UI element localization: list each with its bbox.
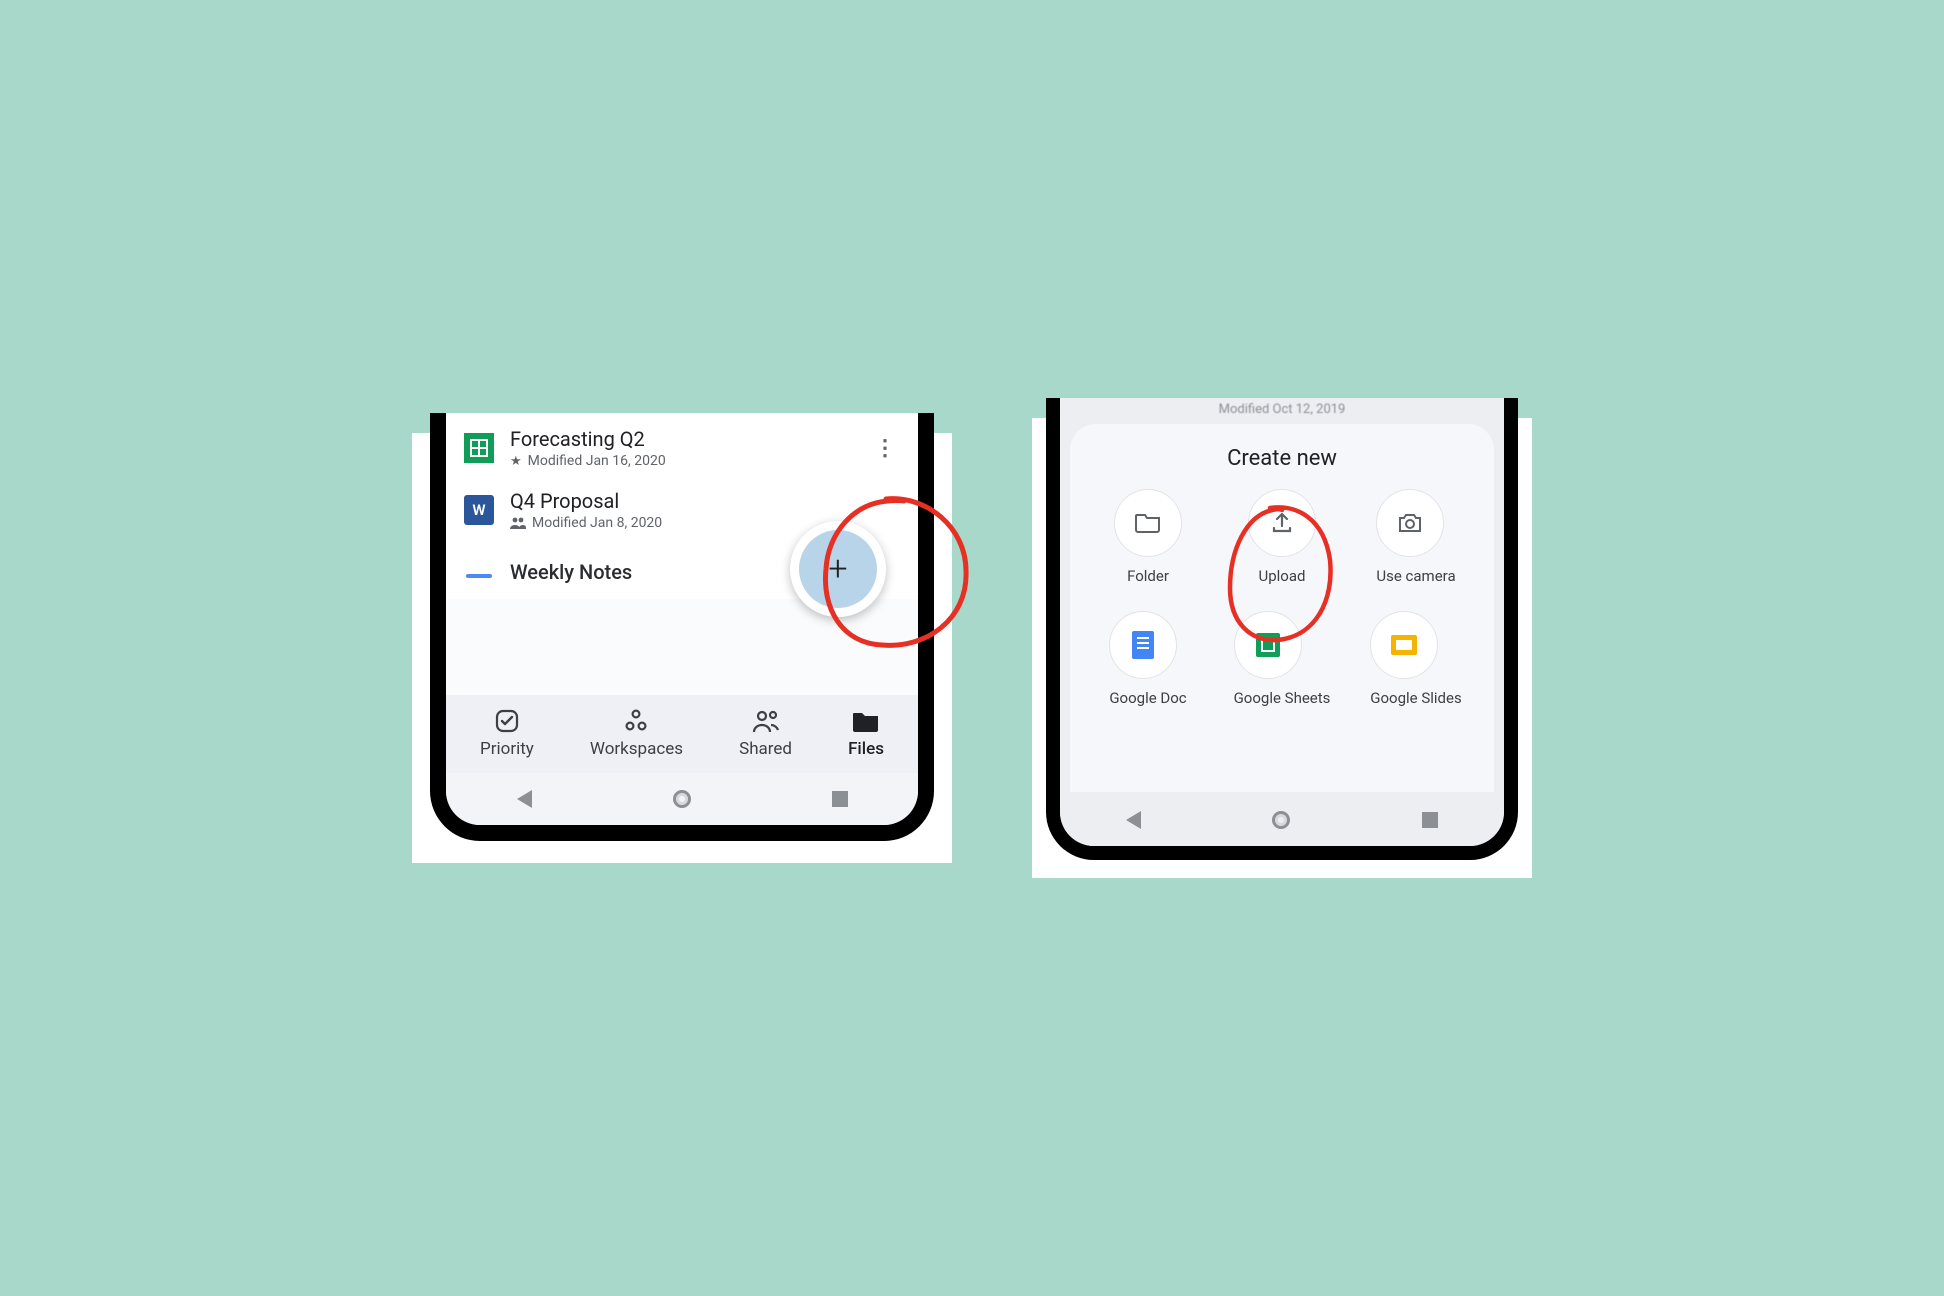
google-doc-icon (1109, 611, 1177, 679)
option-label: Upload (1248, 567, 1316, 585)
file-subtitle: ★ Modified Jan 16, 2020 (510, 453, 854, 469)
file-row[interactable]: Forecasting Q2 ★ Modified Jan 16, 2020 ⋮ (446, 419, 918, 481)
option-google-slides[interactable]: Google Slides (1370, 611, 1461, 707)
android-system-bar (1060, 794, 1504, 846)
option-label: Folder (1114, 567, 1182, 585)
upload-icon (1248, 489, 1316, 557)
more-options-icon[interactable]: ⋮ (870, 436, 900, 461)
recents-icon[interactable] (832, 791, 848, 807)
nav-label: Priority (480, 739, 534, 759)
file-modified: Modified Jan 8, 2020 (532, 515, 662, 531)
nav-files[interactable]: Files (848, 707, 884, 759)
shared-icon (510, 517, 526, 529)
workspaces-icon (590, 707, 683, 735)
google-slides-icon (1370, 611, 1438, 679)
word-icon: W (464, 495, 494, 525)
plus-icon: + (799, 530, 877, 608)
screenshot-left: Forecasting Q2 ★ Modified Jan 16, 2020 ⋮… (412, 433, 952, 863)
file-title: Q4 Proposal (510, 489, 900, 513)
file-modified: Modified Jan 16, 2020 (528, 453, 666, 469)
option-upload[interactable]: Upload (1248, 489, 1316, 585)
priority-icon (480, 707, 534, 735)
folder-icon (1114, 489, 1182, 557)
google-sheets-icon (1234, 611, 1302, 679)
option-camera[interactable]: Use camera (1376, 489, 1455, 585)
create-fab[interactable]: + (790, 521, 886, 617)
options-grid: Folder Upload Use camera (1084, 489, 1480, 707)
option-label: Use camera (1376, 567, 1455, 585)
back-icon[interactable] (1126, 811, 1141, 829)
option-google-sheets[interactable]: Google Sheets (1234, 611, 1331, 707)
shared-icon (739, 707, 792, 735)
nav-label: Shared (739, 739, 792, 759)
sheet-title: Create new (1084, 446, 1480, 471)
android-system-bar (446, 773, 918, 825)
phone-frame: Modified Oct 12, 2019 Create new Folder … (1046, 398, 1518, 860)
docs-icon (464, 557, 494, 587)
option-label: Google Sheets (1234, 689, 1331, 707)
nav-shared[interactable]: Shared (739, 707, 792, 759)
folder-icon (848, 707, 884, 735)
option-folder[interactable]: Folder (1114, 489, 1182, 585)
file-title: Forecasting Q2 (510, 427, 854, 451)
nav-workspaces[interactable]: Workspaces (590, 707, 683, 759)
camera-icon (1376, 489, 1444, 557)
create-new-sheet: Create new Folder Upload (1070, 424, 1494, 792)
recents-icon[interactable] (1422, 812, 1438, 828)
home-icon[interactable] (1272, 811, 1290, 829)
nav-label: Files (848, 739, 884, 759)
back-icon[interactable] (517, 790, 532, 808)
sheets-icon (464, 433, 494, 463)
nav-priority[interactable]: Priority (480, 707, 534, 759)
home-icon[interactable] (673, 790, 691, 808)
option-label: Google Doc (1109, 689, 1186, 707)
star-icon: ★ (510, 454, 522, 469)
option-google-doc[interactable]: Google Doc (1109, 611, 1186, 707)
screenshot-right: Modified Oct 12, 2019 Create new Folder … (1032, 418, 1532, 878)
background-text: Modified Oct 12, 2019 (1060, 402, 1504, 417)
nav-label: Workspaces (590, 739, 683, 759)
bottom-nav: Priority Workspaces Shared Files (446, 695, 918, 773)
option-label: Google Slides (1370, 689, 1461, 707)
phone-frame: Forecasting Q2 ★ Modified Jan 16, 2020 ⋮… (430, 413, 934, 841)
